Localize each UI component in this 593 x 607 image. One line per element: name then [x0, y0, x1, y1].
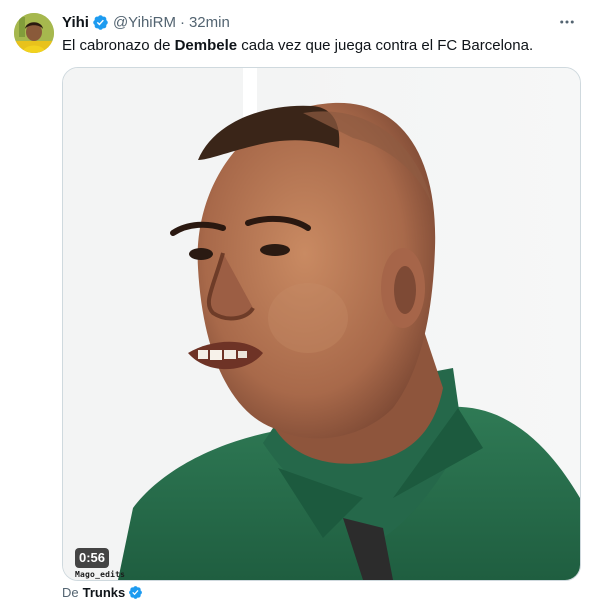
verified-badge-icon	[128, 585, 143, 600]
separator-dot: ·	[179, 13, 185, 31]
tweet-text-after: cada vez que juega contra el FC Barcelon…	[237, 37, 534, 54]
tweet-text-before: El cabronazo de	[62, 37, 175, 54]
video-thumbnail	[63, 68, 580, 580]
author-handle[interactable]: @YihiRM	[113, 14, 176, 31]
tweet-header: Yihi @YihiRM · 32min	[62, 12, 230, 32]
source-prefix: De	[62, 584, 79, 600]
tweet-text: El cabronazo de Dembele cada vez que jue…	[62, 36, 582, 56]
more-options-icon[interactable]	[555, 12, 579, 32]
tweet-text-bold: Dembele	[174, 37, 238, 54]
video-watermark: Mago_edits	[75, 570, 126, 579]
verified-badge-icon	[92, 14, 109, 31]
author-name[interactable]: Yihi	[62, 14, 89, 31]
video-player[interactable]: 0:56 Mago_edits	[62, 67, 581, 581]
avatar[interactable]	[14, 13, 54, 53]
tweet[interactable]: Yihi @YihiRM · 32min El cabronazo de Dem…	[0, 0, 593, 607]
avatar-image	[14, 13, 54, 53]
source-account-link[interactable]: Trunks	[83, 585, 126, 600]
tweet-timestamp[interactable]: 32min	[189, 14, 230, 31]
video-source: De Trunks	[62, 583, 147, 601]
video-duration: 0:56	[75, 548, 110, 568]
